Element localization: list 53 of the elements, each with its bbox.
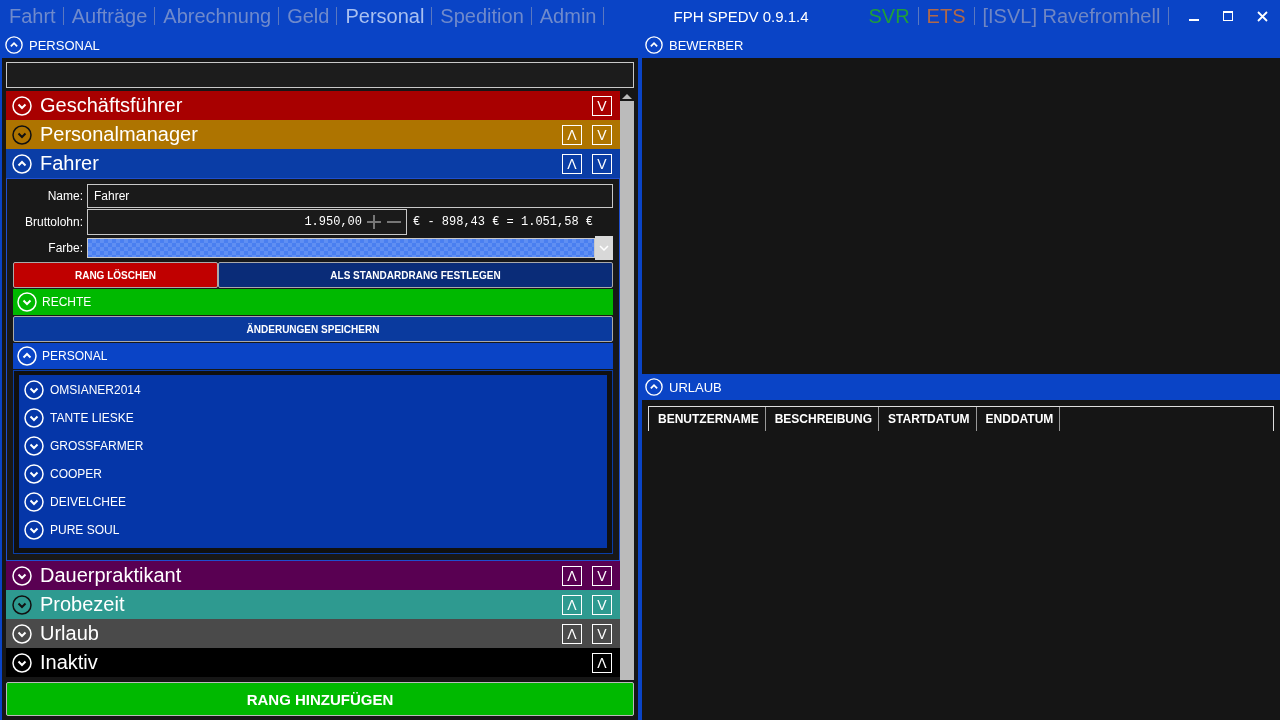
rank-name: Urlaub [40, 622, 100, 645]
group-title: RECHTE [42, 295, 92, 309]
rank-header[interactable]: Urlaub Λ V [6, 619, 620, 648]
rank-name: Geschäftsführer [40, 94, 184, 117]
column-header[interactable]: BESCHREIBUNG [765, 407, 879, 431]
field-label: Bruttolohn: [23, 214, 84, 229]
rank-name: Personalmanager [40, 123, 199, 146]
field-label: Name: [46, 188, 84, 203]
column-header[interactable]: STARTDATUM [879, 407, 977, 431]
save-button[interactable]: ÄNDERUNGEN SPEICHERN [13, 316, 613, 342]
move-button[interactable]: Λ [592, 652, 612, 673]
member-name[interactable]: DEIVELCHEE [50, 495, 127, 509]
group-header[interactable]: PERSONAL [13, 343, 613, 369]
move-button[interactable]: Λ [562, 623, 582, 644]
status-label: [ISVL] Ravefromhell [982, 7, 1170, 25]
move-button[interactable]: V [592, 124, 612, 145]
rank-name: Fahrer [40, 152, 100, 175]
field-label: Farbe: [47, 240, 84, 255]
salary-field[interactable]: 1.950,00 [87, 208, 407, 235]
salary-result: € - 898,43 € = 1.051,58 € [412, 214, 594, 229]
group-title: PERSONAL [42, 349, 108, 363]
set-default-button[interactable]: ALS STANDARDRANG FESTLEGEN [218, 262, 613, 288]
rank-header[interactable]: Fahrer Λ V [6, 149, 620, 178]
rank-header[interactable]: Personalmanager Λ V [6, 120, 620, 149]
member-name[interactable]: COOPER [50, 467, 102, 481]
move-button[interactable]: Λ [562, 124, 582, 145]
rank-header[interactable]: Inaktiv Λ [6, 648, 620, 677]
move-button[interactable]: V [592, 153, 612, 174]
nav-tab[interactable]: Personal [342, 7, 433, 25]
panel-title: URLAUB [669, 379, 722, 395]
panel-title: BEWERBER [669, 37, 744, 53]
rank-header[interactable]: Dauerpraktikant Λ V [6, 561, 620, 590]
name-field[interactable]: Fahrer [87, 183, 613, 208]
move-button[interactable]: V [592, 623, 612, 644]
move-button[interactable]: Λ [562, 565, 582, 586]
column-header[interactable]: BENUTZERNAME [649, 407, 766, 431]
delete-rank-button[interactable]: RANG LÖSCHEN [13, 262, 218, 288]
rank-header[interactable]: Geschäftsführer V [6, 91, 620, 120]
status-label: SVR [868, 7, 919, 25]
move-button[interactable]: V [592, 565, 612, 586]
member-name[interactable]: PURE SOUL [50, 523, 120, 537]
member-name[interactable]: TANTE LIESKE [50, 411, 134, 425]
window-title: FPH SPEDV 0.9.1.4 [673, 7, 810, 25]
member-name[interactable]: GROSSFARMER [50, 439, 144, 453]
rank-name: Inaktiv [40, 651, 99, 674]
member-name[interactable]: OMSIANER2014 [50, 383, 141, 397]
rank-name: Probezeit [40, 593, 126, 616]
rank-name: Dauerpraktikant [40, 564, 183, 587]
move-button[interactable]: Λ [562, 153, 582, 174]
panel-title: PERSONAL [29, 37, 100, 53]
status-label: ETS [926, 7, 975, 25]
column-header[interactable]: ENDDATUM [976, 407, 1061, 431]
move-button[interactable]: V [592, 95, 612, 116]
